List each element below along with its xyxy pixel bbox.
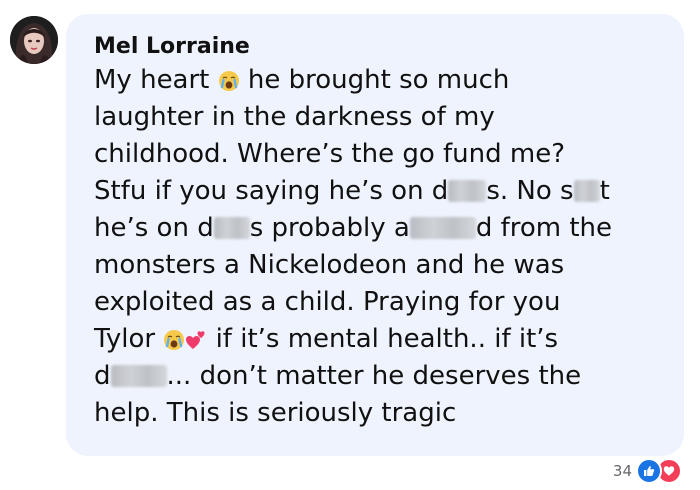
comment-bubble: Mel Lorraine My heart he brought so much…	[66, 14, 684, 456]
comment-text-segment: Tylor	[94, 324, 164, 354]
comment-line: Stfu if you saying he’s on d s. No s t	[94, 173, 670, 210]
comment-line: childhood. Where’s the go fund me?	[94, 136, 670, 173]
comment-line: Tylor if it’s mental health.. if it’s	[94, 321, 670, 358]
comment-line: exploited as a child. Praying for you	[94, 284, 670, 321]
comment-line: he’s on d s probably a d from the	[94, 210, 670, 247]
comment-text-segment: d from the	[475, 213, 613, 243]
comment-author[interactable]: Mel Lorraine	[94, 34, 670, 60]
comment-line: help. This is seriously tragic	[94, 395, 670, 432]
crying-face-emoji-icon	[163, 325, 185, 362]
comment-text-segment: s. No s	[486, 176, 574, 206]
comment-line: d ... don’t matter he deserves the	[94, 358, 670, 395]
comment-line: monsters a Nickelodeon and he was	[94, 247, 670, 284]
like-icon	[636, 458, 662, 484]
comment-text-segment: he brought so much	[239, 65, 510, 95]
comment-line: My heart he brought so much	[94, 62, 670, 99]
redacted-text	[448, 180, 487, 202]
redacted-text	[573, 180, 600, 202]
comment-text-segment: Stfu if you saying he’s on d	[94, 176, 449, 206]
avatar[interactable]	[10, 16, 58, 64]
comment-text-segment: d	[94, 361, 111, 391]
two-hearts-emoji-icon	[185, 325, 207, 362]
comment-text-segment: ... don’t matter he deserves the	[166, 361, 582, 391]
comment-text-segment: childhood. Where’s the go fund me?	[94, 139, 566, 169]
comment-text-segment: monsters a Nickelodeon and he was	[94, 250, 565, 280]
comment-line: laughter in the darkness of my	[94, 99, 670, 136]
redacted-text	[409, 217, 476, 239]
comment-text-segment: My heart	[94, 65, 218, 95]
reaction-count: 34	[612, 462, 632, 480]
comment-text-segment: s probably a	[249, 213, 410, 243]
comment-text-segment: exploited as a child. Praying for you	[94, 287, 561, 317]
comment-text-segment: he’s on d	[94, 213, 214, 243]
redacted-text	[110, 365, 167, 387]
comment-text: My heart he brought so much laughter in t…	[94, 62, 670, 432]
crying-face-emoji-icon	[218, 66, 240, 103]
comment-text-segment: help. This is seriously tragic	[94, 398, 457, 428]
reactions-summary[interactable]: 34	[613, 458, 682, 484]
comment-text-segment: t	[599, 176, 610, 206]
comment-text-segment: if it’s mental health.. if it’s	[207, 324, 559, 354]
comment-text-segment: laughter in the darkness of my	[94, 102, 495, 132]
redacted-text	[213, 217, 250, 239]
